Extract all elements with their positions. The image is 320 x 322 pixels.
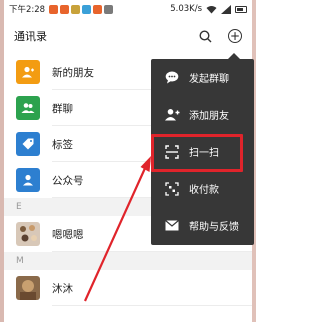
annotation-arrow [83, 156, 151, 302]
phone-screen: 下午2:28 5.03K/s 通讯录 + 新的朋友 群聊 标签 公众号 E 嗯嗯… [0, 0, 256, 322]
